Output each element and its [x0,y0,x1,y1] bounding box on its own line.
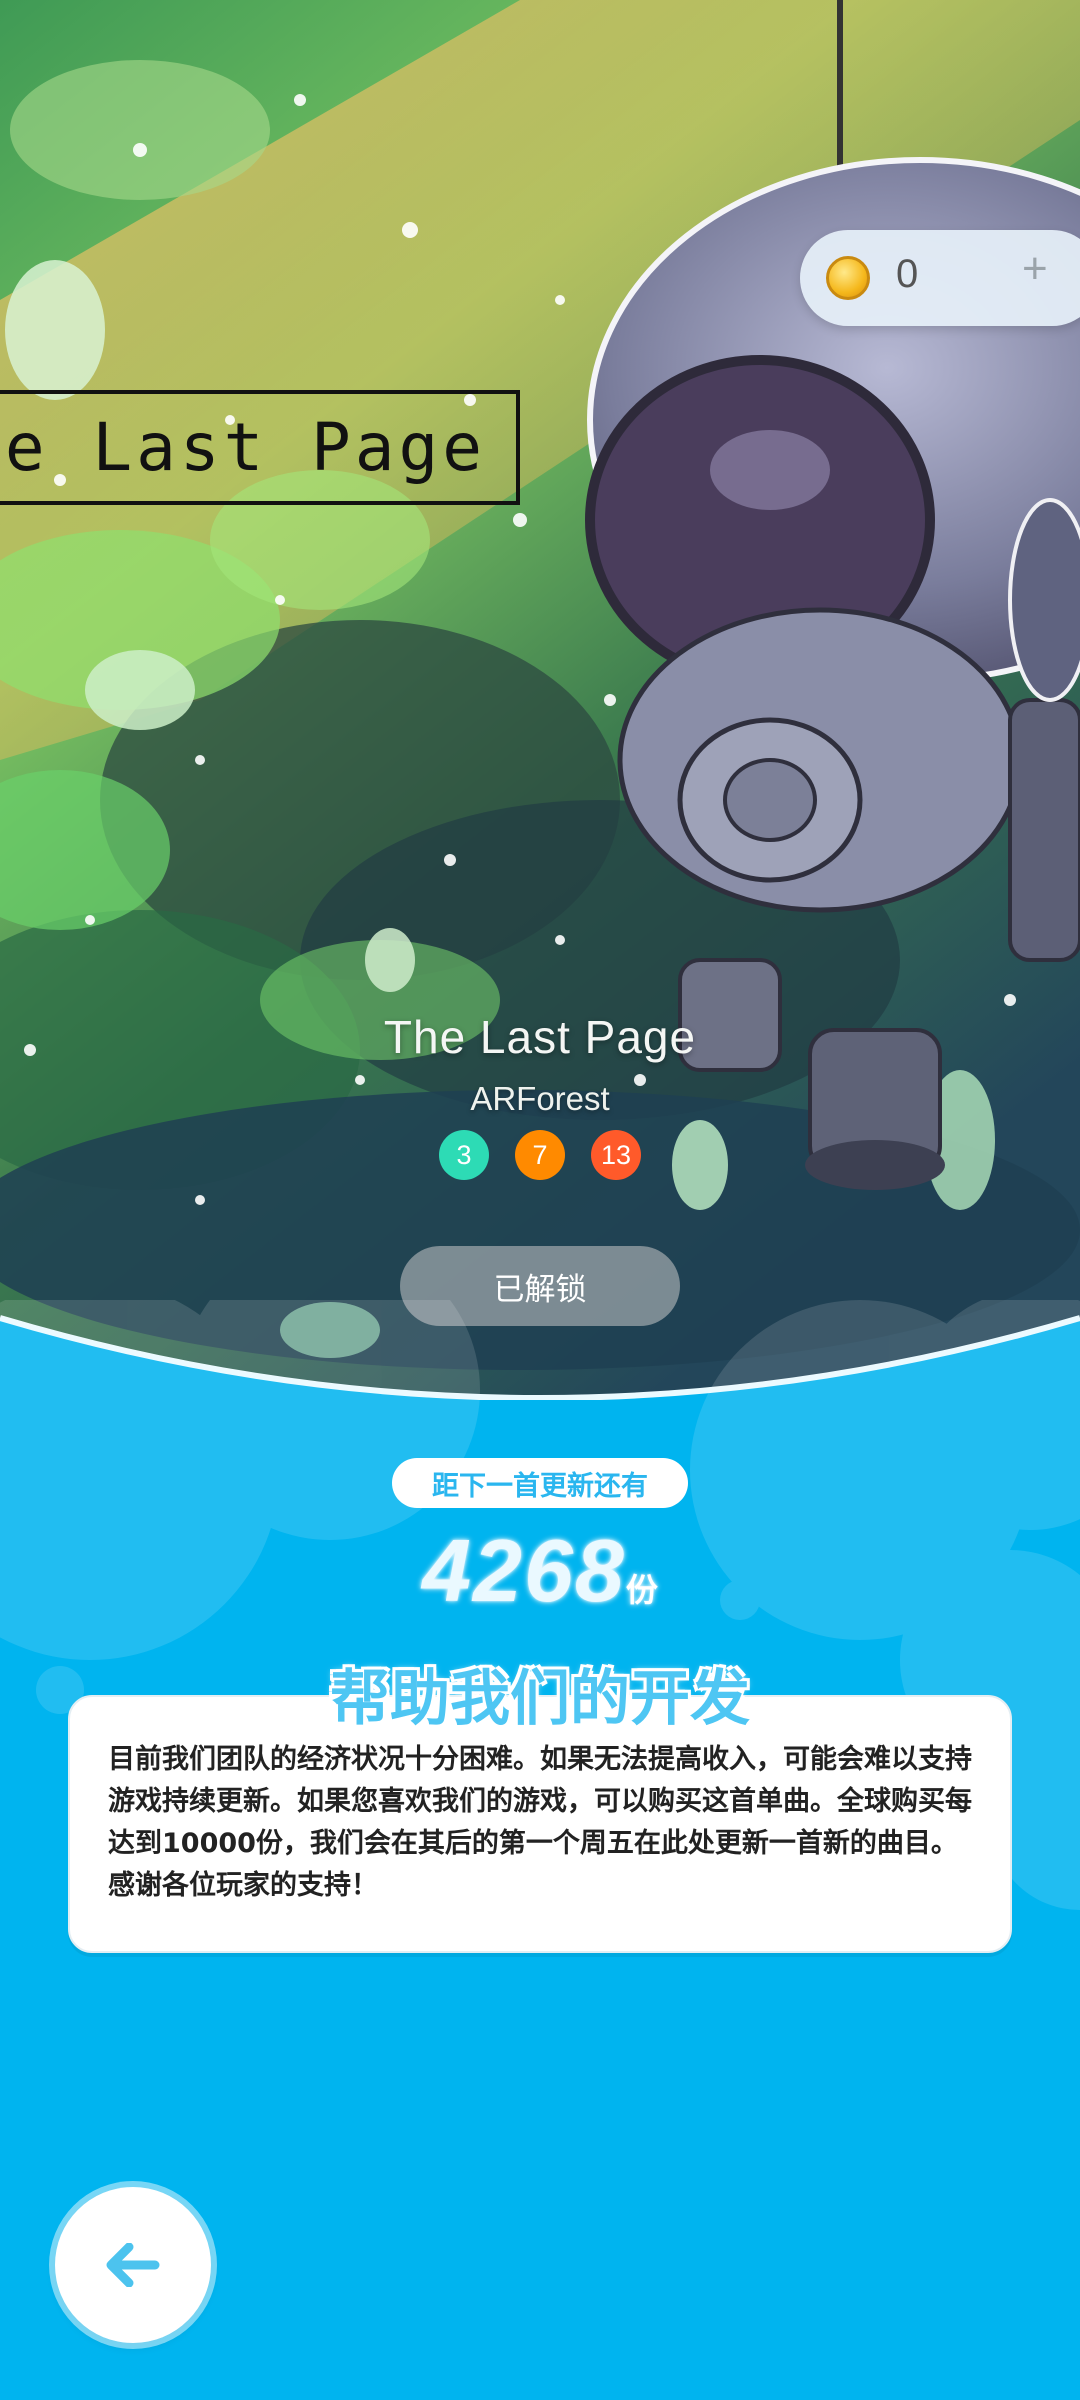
difficulty-levels: 3 7 13 [0,1130,1080,1180]
level-hard: 13 [591,1130,641,1180]
level-easy: 3 [439,1130,489,1180]
coin-count: 0 [896,252,919,296]
back-arrow-icon [106,2243,160,2287]
countdown-label: 距下一首更新还有 [392,1458,688,1508]
coin-icon [826,256,870,300]
coin-balance[interactable]: 0 + [800,230,1080,326]
countdown-value: 4268份 [0,1520,1080,1622]
help-title: 帮助我们的开发 [330,1664,750,1734]
song-artwork: e Last Page 0 + The Last Page ARForest 3… [0,0,1080,1400]
song-title: The Last Page [383,1011,697,1063]
back-button[interactable] [55,2187,211,2343]
support-section: 距下一首更新还有 4268份 目前我们团队的经济状况十分困难。如果无法提高收入，… [0,1300,1080,2400]
remaining-unit: 份 [625,1572,658,1608]
help-description: 目前我们团队的经济状况十分困难。如果无法提高收入，可能会难以支持游戏持续更新。如… [108,1744,972,1901]
level-normal: 7 [515,1130,565,1180]
remaining-count: 4268 [422,1521,626,1620]
song-artist: ARForest [470,1080,610,1117]
artwork-illustration [0,0,1080,1400]
artwork-banner-title: e Last Page [0,390,520,505]
add-coins-button[interactable]: + [1022,244,1048,294]
